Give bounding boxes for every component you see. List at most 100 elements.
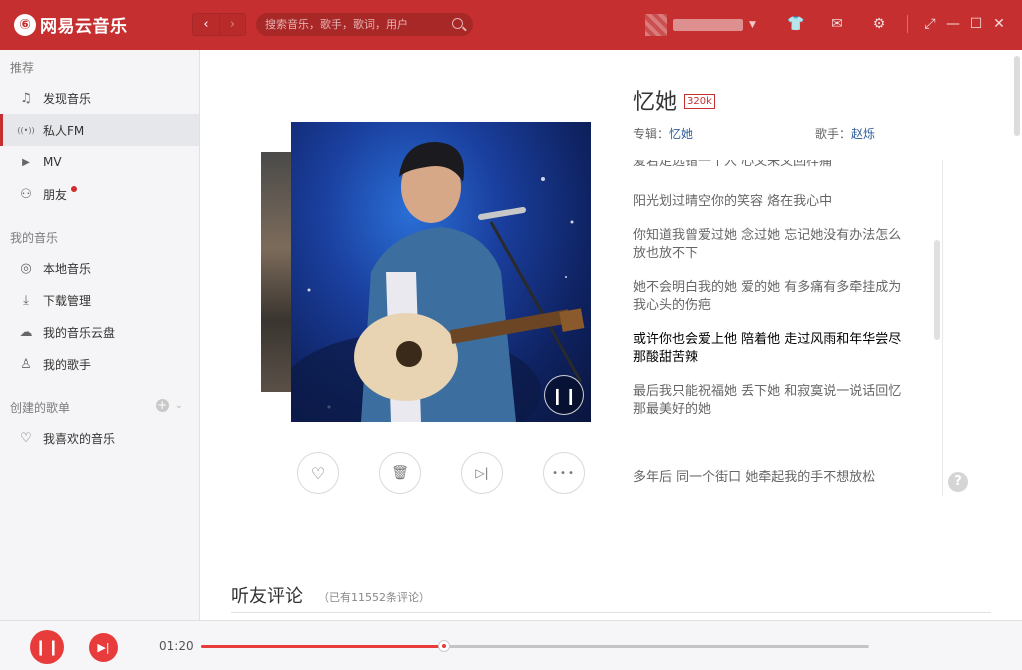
comments-count: （已有11552条评论） <box>318 591 430 604</box>
sidebar-item-cloud-drive[interactable]: ☁ 我的音乐云盘 <box>0 316 199 348</box>
skip-next-icon: ▷| <box>475 466 489 480</box>
pause-icon: ❙❙ <box>34 638 60 656</box>
sidebar-item-label: 本地音乐 <box>43 261 92 276</box>
sidebar-item-label: 我喜欢的音乐 <box>43 431 116 446</box>
next-button[interactable]: ▶| <box>89 633 118 662</box>
trash-button[interactable]: 🗑 <box>379 452 421 494</box>
player-bar: ❙❙ ▶| 01:20 <box>0 620 1022 670</box>
friends-icon: ⚇ <box>20 186 32 202</box>
search-icon[interactable] <box>452 18 463 29</box>
close-icon[interactable]: ✕ <box>991 16 1007 32</box>
album-info: 专辑：忆她 <box>633 125 693 142</box>
search-input[interactable] <box>265 18 445 31</box>
album-label: 专辑： <box>633 127 670 141</box>
album-cover[interactable]: ❙❙ <box>291 122 591 422</box>
album-link[interactable]: 忆她 <box>669 127 693 141</box>
heart-icon: ♡ <box>20 430 32 446</box>
skip-next-icon: ▶| <box>97 641 110 654</box>
avatar[interactable] <box>645 14 667 36</box>
heart-icon: ♡ <box>310 463 326 483</box>
caret-down-icon[interactable]: ▼ <box>749 20 756 30</box>
sidebar-item-liked-music[interactable]: ♡ 我喜欢的音乐 <box>0 422 199 454</box>
history-nav: ‹ › <box>192 13 246 36</box>
maximize-icon[interactable]: ☐ <box>968 16 984 32</box>
help-icon[interactable]: ? <box>948 472 968 492</box>
sidebar-item-discover[interactable]: ♫ 发现音乐 <box>0 82 199 114</box>
lyric-line: 你知道我曾爱过她 念过她 忘记她没有办法怎么放也放不下 <box>633 228 902 261</box>
sidebar-item-label: 私人FM <box>43 123 85 138</box>
section-title-recommend: 推荐 <box>10 61 35 75</box>
cloud-icon: ☁ <box>19 324 33 340</box>
sidebar-item-friends[interactable]: ⚇ 朋友 <box>0 178 199 210</box>
lyric-line: 她不会明白我的她 爱的她 有多痛有多牵挂成为我心头的伤疤 <box>633 280 902 313</box>
fm-main-panel: ❙❙ ♡ 🗑 ▷| ••• 忆她 320k 专辑：忆她 歌手：赵烁 爱若走远错一… <box>200 50 1022 620</box>
disc-icon: ◎ <box>20 260 32 276</box>
username-blurred[interactable] <box>673 19 743 31</box>
progress-knob[interactable] <box>438 640 451 652</box>
app-name: 网易云音乐 <box>40 17 128 37</box>
sidebar-item-mv[interactable]: ▶ MV <box>0 146 199 178</box>
artist-icon: ♙ <box>20 356 32 372</box>
sidebar-item-label: MV <box>43 155 62 169</box>
download-icon: ⤓ <box>23 292 29 308</box>
like-button[interactable]: ♡ <box>297 452 339 494</box>
notification-dot <box>71 186 78 192</box>
netease-logo-icon: ⑥ <box>14 13 36 36</box>
chevron-down-icon[interactable]: ⌄ <box>175 400 183 411</box>
next-song-button[interactable]: ▷| <box>461 452 503 494</box>
minimize-icon[interactable]: — <box>945 16 961 32</box>
comments-title: 听友评论 <box>231 586 303 607</box>
mail-icon[interactable]: ✉ <box>829 16 845 32</box>
toolbar-divider <box>907 15 908 33</box>
search-box <box>256 13 473 36</box>
video-icon: ▶ <box>22 156 30 168</box>
trash-icon: 🗑 <box>391 465 409 481</box>
lyrics-scroll-track <box>942 160 943 496</box>
lyric-line-current: 或许你也会爱上他 陪着他 走过风雨和年华尝尽那酸甜苦辣 <box>633 332 902 365</box>
section-title-created-playlists: 创建的歌单 <box>10 401 71 415</box>
playlist-actions: + ⌄ <box>155 399 183 412</box>
sidebar: 推荐 ♫ 发现音乐 ((•)) 私人FM ▶ MV ⚇ 朋友 我的音乐 ◎ 本地… <box>0 50 200 620</box>
forward-button[interactable]: › <box>218 14 245 35</box>
progress-fill <box>201 645 445 648</box>
sidebar-item-my-artists[interactable]: ♙ 我的歌手 <box>0 348 199 380</box>
lyric-line: 阳光划过晴空你的笑容 烙在我心中 <box>633 194 833 209</box>
settings-icon[interactable]: ⚙ <box>871 16 887 32</box>
add-playlist-icon[interactable]: + <box>155 399 169 412</box>
sidebar-item-local-music[interactable]: ◎ 本地音乐 <box>0 252 199 284</box>
lyric-line: 最后我只能祝福她 丢下她 和寂寞说一说话回忆那最美好的她 <box>633 384 902 417</box>
skin-icon[interactable]: 👕 <box>787 16 804 32</box>
more-button[interactable]: ••• <box>543 452 585 494</box>
page-scrollbar[interactable] <box>1014 56 1020 136</box>
app-logo[interactable]: ⑥ 网易云音乐 <box>14 12 128 37</box>
sidebar-item-personal-fm[interactable]: ((•)) 私人FM <box>0 114 199 146</box>
artist-label: 歌手： <box>815 127 852 141</box>
quality-badge: 320k <box>684 94 715 109</box>
lyrics-panel[interactable]: 爱若走远错一个人 心又来又回梓痛 阳光划过晴空你的笑容 烙在我心中 你知道我曾爱… <box>633 160 933 496</box>
sidebar-item-label: 我的歌手 <box>43 357 92 372</box>
back-button[interactable]: ‹ <box>193 14 219 35</box>
lyric-line: 爱若走远错一个人 心又来又回梓痛 <box>633 160 833 169</box>
progress-slider[interactable] <box>201 640 869 652</box>
mini-mode-icon[interactable]: ⤢ <box>922 16 938 32</box>
section-title-my-music: 我的音乐 <box>10 231 59 245</box>
comments-divider <box>231 612 991 613</box>
pause-button[interactable]: ❙❙ <box>30 630 64 664</box>
title-bar: ⑥ 网易云音乐 ‹ › ▼ 👕 ✉ ⚙ ⤢ — ☐ ✕ <box>0 0 1022 50</box>
lyrics-scrollbar[interactable] <box>934 240 940 340</box>
sidebar-item-label: 朋友 <box>43 187 68 202</box>
sidebar-item-label: 我的音乐云盘 <box>43 325 116 340</box>
sidebar-item-downloads[interactable]: ⤓ 下载管理 <box>0 284 199 316</box>
artist-info: 歌手：赵烁 <box>815 125 875 142</box>
user-profile[interactable]: ▼ <box>645 14 756 36</box>
sidebar-item-label: 发现音乐 <box>43 91 92 106</box>
music-note-icon: ♫ <box>20 90 32 106</box>
lyric-line: 多年后 同一个街口 她牵起我的手不想放松 <box>633 470 876 485</box>
artist-link[interactable]: 赵烁 <box>851 127 875 141</box>
cover-pause-icon[interactable]: ❙❙ <box>544 375 584 415</box>
sidebar-item-label: 下载管理 <box>43 293 92 308</box>
current-time: 01:20 <box>159 639 194 653</box>
cover-artwork <box>291 142 585 422</box>
radio-icon: ((•)) <box>17 125 35 135</box>
more-icon: ••• <box>552 467 576 479</box>
